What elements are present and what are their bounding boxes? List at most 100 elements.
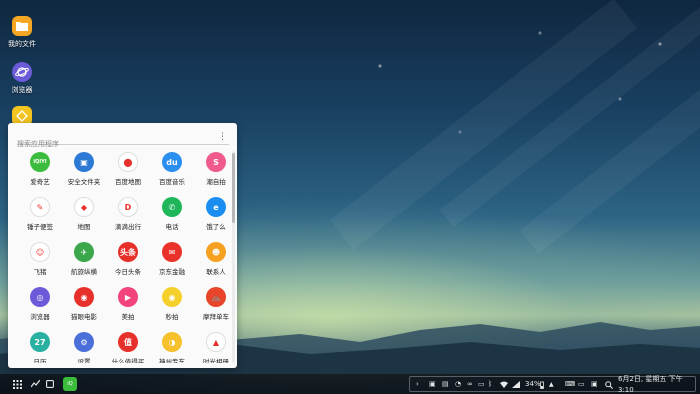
app-label: 联系人 bbox=[206, 268, 226, 276]
app-tile[interactable]: ⬤ 百度地图 bbox=[106, 152, 150, 186]
app-tile[interactable]: ⚙ 设置 bbox=[62, 332, 106, 363]
app-label: 爱奇艺 bbox=[30, 178, 50, 186]
dex-icon[interactable]: ▣ bbox=[591, 379, 598, 390]
more-options-icon[interactable]: ⋮ bbox=[218, 131, 227, 143]
maps-icon: ◆ bbox=[74, 197, 94, 217]
notes-icon: ✎ bbox=[30, 197, 50, 217]
app-tile[interactable]: ▶ 美拍 bbox=[106, 287, 150, 321]
contacts-icon: ☻ bbox=[206, 242, 226, 262]
signal-icon[interactable] bbox=[512, 379, 520, 390]
bluetooth-icon[interactable]: ᛒ bbox=[488, 379, 492, 390]
desktop-icon-my-files[interactable]: 我的文件 bbox=[4, 16, 40, 49]
planet-icon bbox=[12, 62, 32, 82]
calendar-icon: 27 bbox=[30, 332, 50, 352]
app-label: 神州专车 bbox=[159, 358, 185, 363]
meipai-icon: ▶ bbox=[118, 287, 138, 307]
app-label: 锤子便签 bbox=[27, 223, 53, 231]
app-tile[interactable]: ☺ 飞猪 bbox=[18, 242, 62, 276]
screen-mirror-icon[interactable]: ▭ bbox=[578, 379, 585, 390]
app-tile[interactable]: iQIYI 爱奇艺 bbox=[18, 152, 62, 186]
app-label: 电话 bbox=[165, 223, 179, 231]
app-tile[interactable]: ☻ 联系人 bbox=[194, 242, 232, 276]
app-tile[interactable]: ✉ 京东金融 bbox=[150, 242, 194, 276]
app-tile[interactable]: ✆ 电话 bbox=[150, 197, 194, 231]
smzdm-icon: 值 bbox=[118, 332, 138, 352]
app-label: 什么值得买 bbox=[111, 358, 145, 363]
battery-percent: 34% bbox=[525, 380, 541, 388]
desktop-icon-browser[interactable]: 浏览器 bbox=[4, 62, 40, 95]
app-label: 滴滴出行 bbox=[115, 223, 141, 231]
desktop-icon-label: 浏览器 bbox=[11, 86, 33, 94]
app-tile[interactable]: ◉ 秒拍 bbox=[150, 287, 194, 321]
app-tile[interactable]: ✎ 锤子便签 bbox=[18, 197, 62, 231]
notification-icon[interactable]: ▭ bbox=[478, 379, 485, 390]
photo-album-icon: ▲ bbox=[206, 332, 226, 352]
caret-up-icon[interactable]: ▲ bbox=[549, 379, 554, 390]
recent-apps-icon[interactable] bbox=[29, 378, 41, 390]
app-tile[interactable]: ▣ 安全文件夹 bbox=[62, 152, 106, 186]
app-label: 时光相册 bbox=[203, 358, 229, 363]
baidu-music-icon: du bbox=[162, 152, 182, 172]
app-label: 日历 bbox=[33, 358, 47, 363]
app-tile[interactable]: ◎ 浏览器 bbox=[18, 287, 62, 321]
app-label: 地图 bbox=[77, 223, 91, 231]
desktop-icon-label: 我的文件 bbox=[8, 40, 36, 48]
chat-notification-icon[interactable]: ◔ bbox=[455, 379, 461, 390]
app-label: 百度地图 bbox=[115, 178, 141, 186]
app-label: 美拍 bbox=[121, 313, 135, 321]
settings-icon: ⚙ bbox=[74, 332, 94, 352]
app-tile[interactable]: 头条 今日头条 bbox=[106, 242, 150, 276]
home-icon[interactable] bbox=[45, 378, 55, 390]
app-tile[interactable]: 27 日历 bbox=[18, 332, 62, 363]
search-icon[interactable] bbox=[605, 379, 613, 390]
folder-icon bbox=[12, 16, 32, 36]
app-label: 摩拜单车 bbox=[203, 313, 229, 321]
app-label: 飞猪 bbox=[33, 268, 47, 276]
maoyan-icon: ◉ bbox=[74, 287, 94, 307]
apps-grid-icon[interactable] bbox=[11, 378, 23, 390]
chevron-right-icon[interactable]: › bbox=[416, 379, 419, 390]
umetrip-icon: ✈ bbox=[74, 242, 94, 262]
app-tile[interactable]: ✈ 航旅纵横 bbox=[62, 242, 106, 276]
taskbar: iQ › ▣ ▤ ◔ ∞ ▭ ᛒ 34% ▲ ⌨ ▭ ▣ 6月2日, 星期五 下… bbox=[0, 374, 700, 394]
fliggy-icon: ☺ bbox=[30, 242, 50, 262]
app-tile[interactable]: 值什么值得买 bbox=[106, 332, 150, 363]
system-tray: › ▣ ▤ ◔ ∞ ▭ ᛒ 34% ▲ ⌨ ▭ ▣ 6月2日, 星期五 下午 3… bbox=[409, 375, 696, 394]
app-tile[interactable]: D 滴滴出行 bbox=[106, 197, 150, 231]
app-tile[interactable]: e 饿了么 bbox=[194, 197, 232, 231]
app-label: 安全文件夹 bbox=[67, 178, 101, 186]
toutiao-icon: 头条 bbox=[118, 242, 138, 262]
app-tile[interactable]: ◑ 神州专车 bbox=[150, 332, 194, 363]
app-label: 设置 bbox=[77, 358, 91, 363]
iqiyi-icon: iQIYI bbox=[30, 152, 50, 172]
app-tile[interactable]: 🚲 摩拜单车 bbox=[194, 287, 232, 321]
gallery-notification-icon[interactable]: ▣ bbox=[429, 379, 436, 390]
wifi-icon[interactable] bbox=[500, 379, 508, 390]
app-drawer: ⋮ iQIYI 爱奇艺 ▣ 安全文件夹 ⬤ 百度地图 du 百度音乐 S 潮自拍 ✎ 锤子便签 ◆ 地图 D… bbox=[8, 123, 237, 368]
baidu-map-icon: ⬤ bbox=[118, 152, 138, 172]
app-label: 浏览器 bbox=[30, 313, 50, 321]
app-tile[interactable]: S 潮自拍 bbox=[194, 152, 232, 186]
app-label: 京东金融 bbox=[159, 268, 185, 276]
taskbar-app-iqiyi-icon[interactable]: iQ bbox=[63, 377, 77, 391]
app-search-input[interactable] bbox=[17, 137, 207, 151]
app-label: 猫眼电影 bbox=[71, 313, 97, 321]
app-label: 航旅纵横 bbox=[71, 268, 97, 276]
app-tile[interactable]: du 百度音乐 bbox=[150, 152, 194, 186]
selfie-icon: S bbox=[206, 152, 226, 172]
scrollbar-thumb[interactable] bbox=[232, 153, 235, 223]
mobike-icon: 🚲 bbox=[206, 287, 226, 307]
secure-folder-icon: ▣ bbox=[74, 152, 94, 172]
date-time[interactable]: 6月2日, 星期五 下午 3:10 bbox=[618, 375, 695, 394]
keyboard-icon[interactable]: ⌨ bbox=[565, 379, 575, 390]
app-tile[interactable]: ▲ 时光相册 bbox=[194, 332, 232, 363]
app-grid-scrollbar[interactable] bbox=[232, 151, 235, 363]
message-notification-icon[interactable]: ▤ bbox=[442, 379, 449, 390]
app-tile[interactable]: ◆ 地图 bbox=[62, 197, 106, 231]
app-label: 秒拍 bbox=[165, 313, 179, 321]
link-notification-icon[interactable]: ∞ bbox=[467, 379, 473, 390]
app-tile[interactable]: ◉ 猫眼电影 bbox=[62, 287, 106, 321]
miaopai-icon: ◉ bbox=[162, 287, 182, 307]
app-label: 百度音乐 bbox=[159, 178, 185, 186]
app-label: 潮自拍 bbox=[206, 178, 226, 186]
